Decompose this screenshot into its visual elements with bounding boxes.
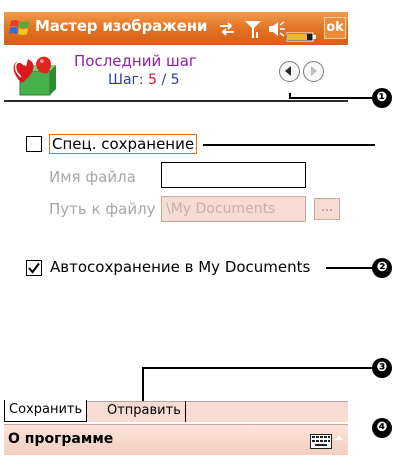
special-save-label[interactable]: Спец. сохранение xyxy=(49,134,198,154)
step-separator: / xyxy=(161,72,167,88)
keyboard-icon[interactable] xyxy=(310,434,332,449)
callout-3-stem xyxy=(142,367,144,405)
checkmark-icon xyxy=(28,262,40,274)
callout-3-badge: ❸ xyxy=(372,358,392,378)
callout-2-badge: ❷ xyxy=(372,258,392,278)
callout-2-line xyxy=(326,267,374,269)
autosave-checkbox[interactable] xyxy=(26,260,42,276)
step-title: Последний шаг xyxy=(74,52,197,70)
callout-1-line xyxy=(289,97,374,99)
browse-button: ... xyxy=(314,198,340,220)
app-title: Мастер изображени xyxy=(35,17,208,35)
title-bar: Мастер изображени ok xyxy=(4,12,348,45)
connectivity-icon[interactable] xyxy=(218,20,236,38)
signal-icon[interactable] xyxy=(244,20,262,40)
step-total: 5 xyxy=(170,72,180,88)
input-menu-arrow-icon[interactable] xyxy=(335,435,343,440)
back-icon xyxy=(285,66,291,76)
callout-4-badge: ❹ xyxy=(372,418,392,438)
step-counter: Шаг: 5 / 5 xyxy=(108,72,180,88)
menu-bar: О программе xyxy=(4,424,348,455)
autosave-label[interactable]: Автосохранение в My Documents xyxy=(50,258,310,276)
about-menu[interactable]: О программе xyxy=(8,431,113,447)
filename-label: Имя файла xyxy=(49,168,136,186)
battery-icon[interactable] xyxy=(286,32,316,42)
volume-icon[interactable] xyxy=(268,20,286,38)
tab-save[interactable]: Сохранить xyxy=(4,400,88,422)
step-current: 5 xyxy=(148,72,157,88)
tab-send[interactable]: Отправить xyxy=(103,401,186,422)
callout-3-line xyxy=(142,367,374,369)
ok-button[interactable]: ok xyxy=(324,17,346,39)
special-save-checkbox[interactable] xyxy=(26,136,42,152)
windows-start-icon[interactable] xyxy=(8,16,32,40)
callout-1-badge: ❶ xyxy=(372,88,392,108)
callout-1b-line xyxy=(203,144,375,146)
hearts-logo xyxy=(13,56,56,96)
wizard-header: Последний шаг Шаг: 5 / 5 xyxy=(4,45,348,102)
step-label: Шаг: xyxy=(108,72,144,88)
back-button[interactable] xyxy=(279,61,300,82)
forward-button[interactable] xyxy=(303,61,324,82)
forward-icon xyxy=(311,66,317,76)
filename-input[interactable] xyxy=(161,162,306,188)
filepath-input: \My Documents xyxy=(161,196,306,222)
filepath-label: Путь к файлу xyxy=(49,200,156,218)
